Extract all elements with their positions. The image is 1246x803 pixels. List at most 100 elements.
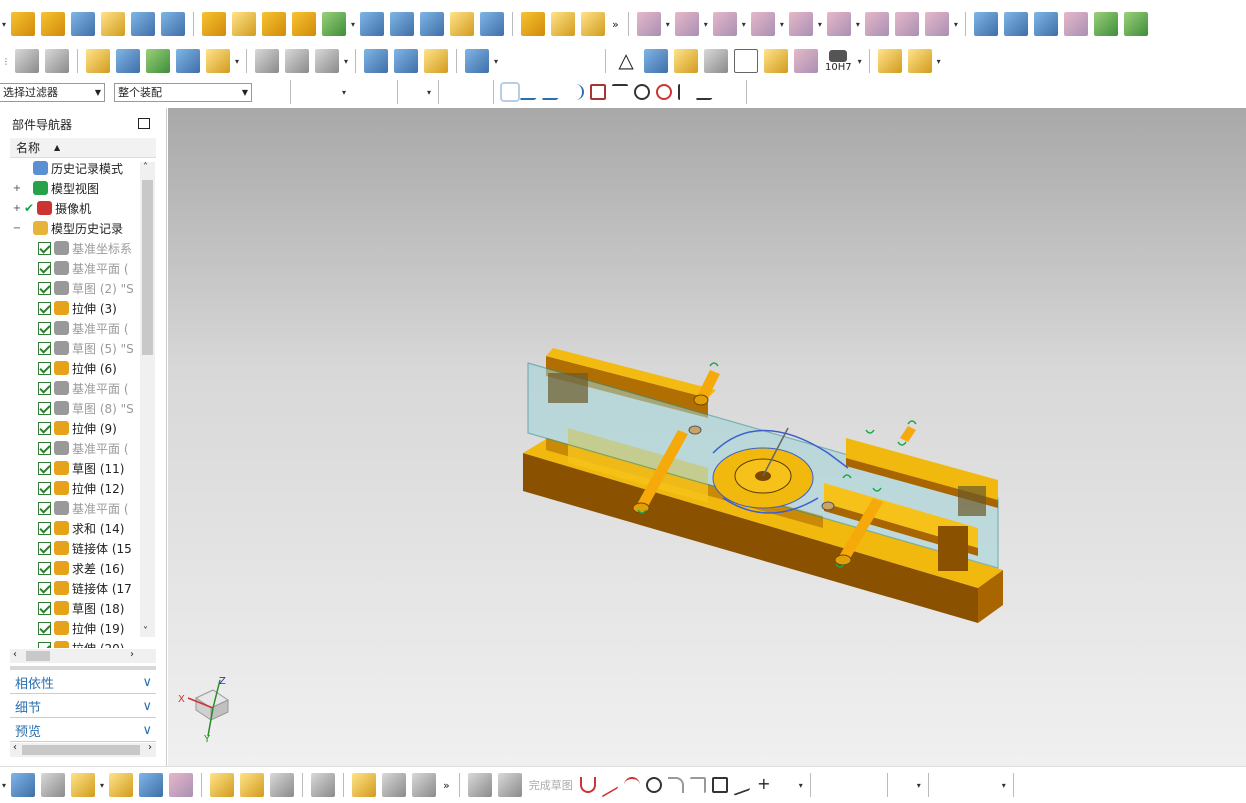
tree-row[interactable]: 草图 (8) "S	[10, 398, 156, 418]
surface-icon[interactable]	[973, 12, 998, 36]
panel-details[interactable]: 细节 ∨	[10, 696, 156, 718]
triangle-icon[interactable]: △	[614, 49, 639, 73]
point-on-curve-icon[interactable]	[695, 84, 721, 100]
tree-icon[interactable]	[412, 773, 437, 797]
visibility-checkbox[interactable]	[38, 521, 51, 535]
constraint-icon[interactable]	[169, 773, 194, 797]
chamfer-sketch-icon[interactable]	[689, 777, 706, 793]
add-component-icon[interactable]	[71, 773, 96, 797]
snap-point-icon[interactable]	[351, 84, 367, 100]
filter-select[interactable]: 选择过滤器 ▼	[0, 82, 105, 102]
pane-divider[interactable]	[10, 666, 156, 670]
visibility-checkbox[interactable]	[38, 581, 51, 595]
tree-row[interactable]: 草图 (18)	[10, 598, 156, 618]
spring-icon[interactable]	[364, 49, 389, 73]
tree-row[interactable]: 基准平面 (	[10, 378, 156, 398]
tree-row[interactable]: 草图 (5) "S	[10, 338, 156, 358]
select-feature-icon[interactable]	[321, 84, 337, 100]
disassemble-icon[interactable]	[465, 49, 490, 73]
visibility-checkbox[interactable]	[38, 481, 51, 495]
auto-constraint-icon[interactable]	[1044, 777, 1060, 793]
hole-icon[interactable]	[202, 12, 227, 36]
tree-row[interactable]: 求差 (16)	[10, 558, 156, 578]
point-icon[interactable]: +	[756, 776, 772, 793]
tree-row[interactable]: 求和 (14)	[10, 518, 156, 538]
hscroll-thumb[interactable]	[26, 651, 50, 661]
filter-settings-icon[interactable]	[266, 84, 282, 100]
visibility-checkbox[interactable]	[38, 281, 51, 295]
scroll-thumb[interactable]	[22, 745, 140, 755]
offset-face-icon[interactable]	[360, 12, 385, 36]
visibility-checkbox[interactable]	[38, 601, 51, 615]
bolt-icon[interactable]	[394, 49, 419, 73]
quadrant-icon[interactable]	[656, 84, 673, 100]
reuse-library-icon[interactable]	[907, 49, 932, 73]
check-clearance-icon[interactable]	[311, 773, 336, 797]
fillet-icon[interactable]	[667, 777, 684, 793]
tree-row[interactable]: 草图 (2) "S	[10, 278, 156, 298]
note-icon[interactable]	[734, 49, 759, 73]
quick-extend-icon[interactable]	[841, 777, 857, 793]
standard-part-icon[interactable]	[86, 49, 110, 73]
trim-body-icon[interactable]	[420, 12, 445, 36]
wave-linker-icon[interactable]	[240, 773, 265, 797]
maximize-icon[interactable]	[138, 118, 150, 129]
resize-face-icon[interactable]	[826, 12, 851, 36]
arc-icon[interactable]	[623, 777, 640, 793]
point-on-face-icon[interactable]	[722, 84, 738, 100]
rectangle-select-icon[interactable]	[406, 84, 422, 100]
tree-row[interactable]: − 模型历史记录	[10, 218, 156, 238]
replace-face-icon[interactable]	[750, 12, 775, 36]
scope-select[interactable]: 整个装配 ▼	[114, 82, 252, 102]
layer-settings-icon[interactable]	[45, 49, 69, 73]
more-icon[interactable]: »	[612, 18, 619, 31]
scroll-right-icon[interactable]: ›	[148, 742, 152, 753]
mirror-face-icon[interactable]	[894, 12, 919, 36]
deselect-icon[interactable]	[373, 84, 389, 100]
gdt-icon[interactable]	[704, 49, 729, 73]
sequence-icon[interactable]	[270, 773, 295, 797]
tool-icon[interactable]	[146, 49, 170, 73]
tree-row[interactable]: 链接体 (17	[10, 578, 156, 598]
visibility-checkbox[interactable]	[38, 321, 51, 335]
pull-face-icon[interactable]	[674, 12, 699, 36]
shell-icon[interactable]	[450, 12, 475, 36]
panel-dependency[interactable]: 相依性 ∨	[10, 672, 156, 694]
scroll-left-icon[interactable]: ‹	[13, 649, 17, 660]
mid-point-icon[interactable]	[541, 84, 567, 100]
explode-icon[interactable]	[210, 773, 235, 797]
panel-preview[interactable]: 预览 ∨	[10, 720, 156, 742]
bottom-scrollbar[interactable]: ‹ ›	[10, 742, 156, 757]
tree-row[interactable]: 基准平面 (	[10, 258, 156, 278]
swept-icon[interactable]	[1033, 12, 1058, 36]
bearing-icon[interactable]	[424, 49, 449, 73]
tree-row[interactable]: 拉伸 (6)	[10, 358, 156, 378]
quick-trim-icon[interactable]	[819, 777, 835, 793]
visibility-checkbox[interactable]	[38, 541, 51, 555]
pattern-icon[interactable]	[262, 12, 287, 36]
dropdown-arrow-icon[interactable]: ▾	[2, 20, 6, 29]
scroll-right-icon[interactable]: ›	[130, 649, 134, 660]
book-icon[interactable]	[11, 12, 36, 36]
tree-row[interactable]: 历史记录模式	[10, 158, 156, 178]
finish-sketch-icon[interactable]	[497, 773, 522, 797]
visibility-checkbox[interactable]	[38, 241, 51, 255]
tree-row[interactable]: 草图 (11)	[10, 458, 156, 478]
tree-row[interactable]: + ✔ 摄像机	[10, 198, 156, 218]
tree-row[interactable]: 基准坐标系	[10, 238, 156, 258]
existing-point-icon[interactable]	[678, 84, 694, 100]
datum-icon[interactable]	[322, 12, 347, 36]
snap-all-icon[interactable]	[500, 82, 521, 102]
tree-row[interactable]: 基准平面 (	[10, 438, 156, 458]
snap-icon[interactable]	[299, 84, 315, 100]
wizard-icon[interactable]	[116, 49, 140, 73]
block-icon[interactable]	[71, 12, 96, 36]
geometric-constraint-icon[interactable]	[981, 777, 997, 793]
column-header-name[interactable]: 名称 ▲	[10, 138, 156, 158]
pin-top-right[interactable]	[900, 426, 916, 442]
boss-icon[interactable]	[232, 12, 257, 36]
tree-row[interactable]: + 模型视图	[10, 178, 156, 198]
profile-icon[interactable]	[579, 777, 596, 793]
end-point-icon[interactable]	[519, 84, 545, 100]
scroll-left-icon[interactable]: ‹	[13, 742, 17, 753]
